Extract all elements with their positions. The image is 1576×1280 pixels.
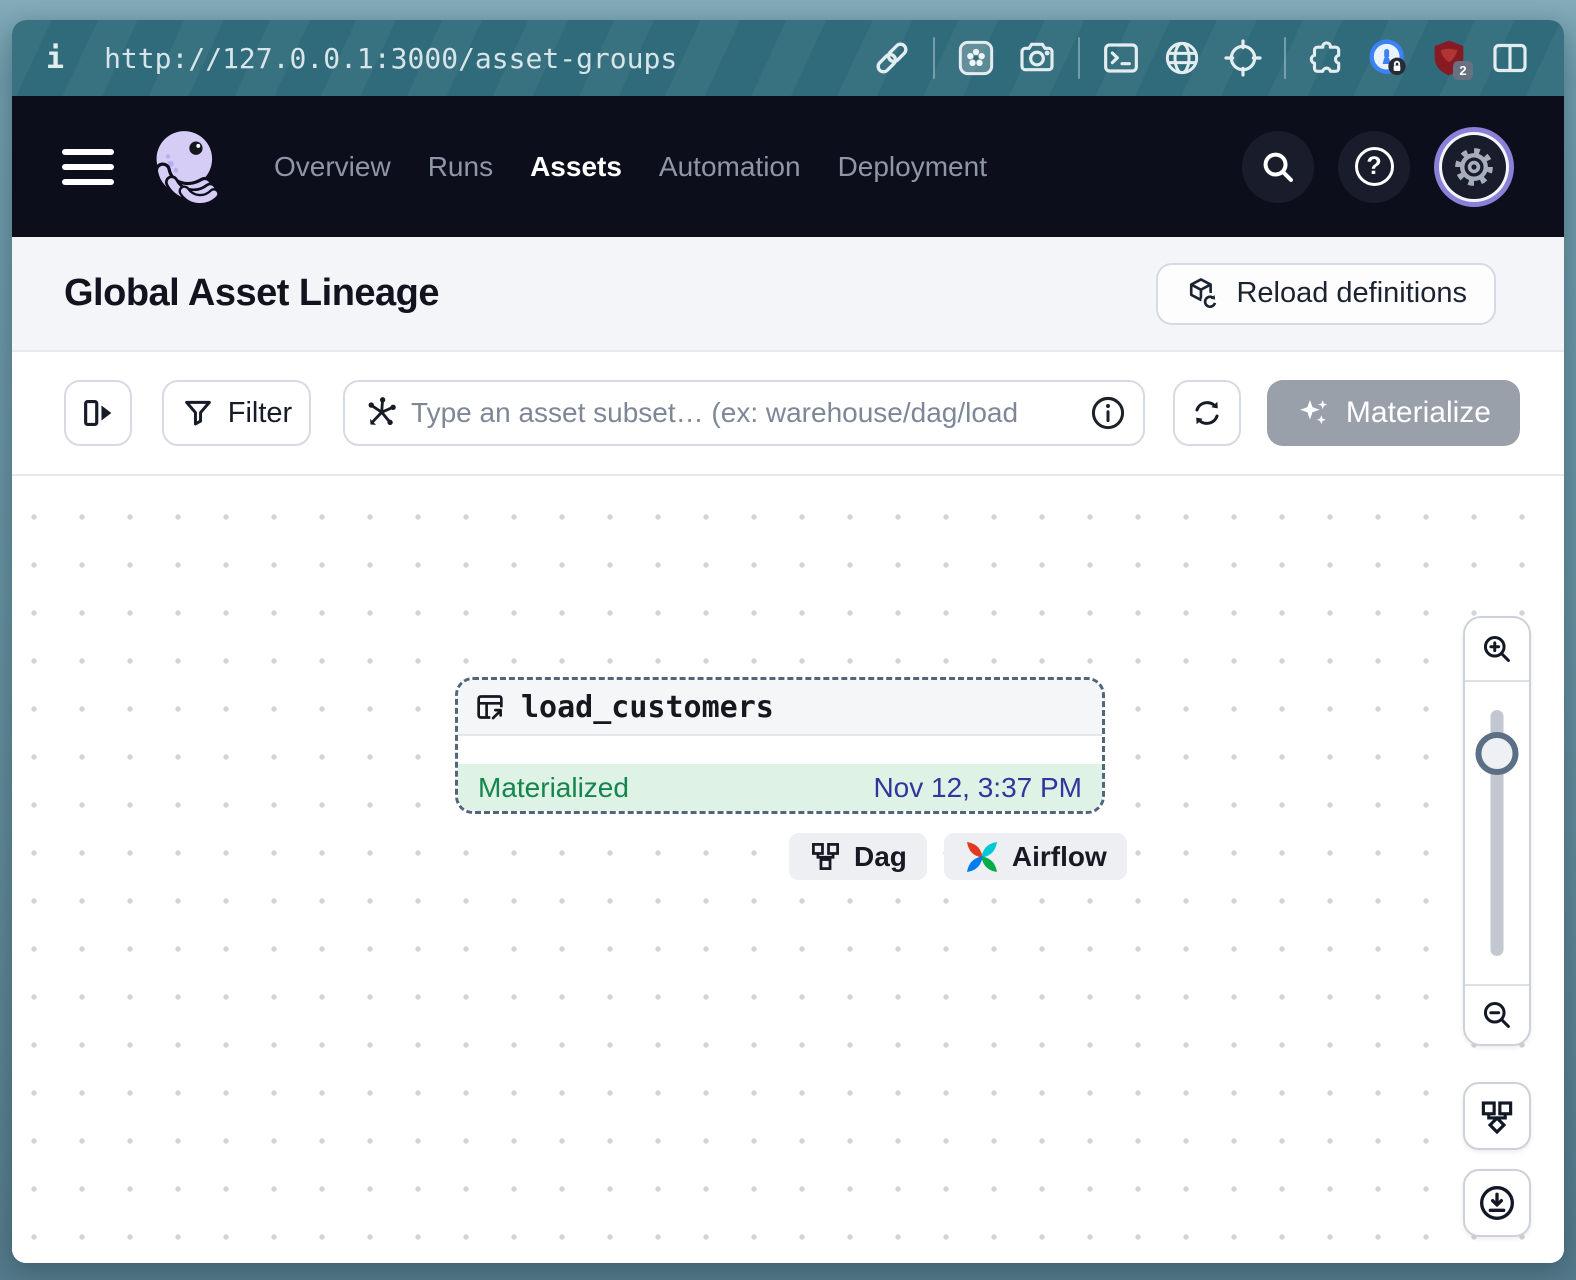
nav-item-deployment[interactable]: Deployment bbox=[838, 151, 987, 183]
globe-icon[interactable] bbox=[1162, 38, 1202, 78]
browser-toolbar-icons: 2 bbox=[872, 37, 1530, 79]
asset-tags: Dag Airflow bbox=[789, 833, 1127, 880]
search-button[interactable] bbox=[1242, 131, 1314, 203]
app-nav-bar: Overview Runs Assets Automation Deployme… bbox=[12, 96, 1564, 237]
page-info-icon[interactable]: i bbox=[46, 41, 64, 76]
ublock-badge-count: 2 bbox=[1453, 61, 1473, 80]
relayout-graph-icon bbox=[1478, 1097, 1516, 1135]
sparkles-icon bbox=[1296, 395, 1332, 431]
lineage-toolbar: Filter bbox=[12, 352, 1564, 476]
asset-node-load-customers[interactable]: load_customers Materialized Nov 12, 3:37… bbox=[455, 677, 1105, 814]
puzzle-extensions-icon[interactable] bbox=[1307, 38, 1347, 78]
help-button[interactable]: ? bbox=[1338, 131, 1410, 203]
download-icon bbox=[1477, 1183, 1517, 1223]
expand-panel-button[interactable] bbox=[64, 380, 132, 446]
browser-frame: i http://127.0.0.1:3000/asset-groups bbox=[0, 0, 1576, 1280]
nav-actions: ? bbox=[1242, 127, 1514, 207]
page-title: Global Asset Lineage bbox=[64, 272, 439, 315]
reload-definitions-icon bbox=[1185, 276, 1221, 312]
asset-materialized-timestamp[interactable]: Nov 12, 3:37 PM bbox=[873, 772, 1082, 804]
refresh-icon bbox=[1189, 395, 1225, 431]
split-view-icon[interactable] bbox=[1490, 38, 1530, 78]
tag-dag-label: Dag bbox=[854, 841, 907, 873]
dagster-logo[interactable] bbox=[144, 124, 230, 210]
nav-item-runs[interactable]: Runs bbox=[428, 151, 493, 183]
expand-panel-icon bbox=[79, 394, 117, 432]
crosshair-icon[interactable] bbox=[1223, 38, 1263, 78]
filter-icon bbox=[181, 396, 215, 430]
asset-subset-input[interactable] bbox=[411, 397, 1079, 429]
address-url[interactable]: http://127.0.0.1:3000/asset-groups bbox=[104, 42, 677, 75]
download-image-button[interactable] bbox=[1463, 1169, 1531, 1237]
settings-button[interactable] bbox=[1434, 127, 1514, 207]
camera-icon[interactable] bbox=[1017, 38, 1057, 78]
gear-icon bbox=[1452, 145, 1496, 189]
nav-item-automation[interactable]: Automation bbox=[659, 151, 801, 183]
toolbar-divider bbox=[1078, 37, 1080, 79]
zoom-out-icon bbox=[1479, 997, 1515, 1033]
materialize-label: Materialize bbox=[1346, 396, 1491, 430]
tag-dag[interactable]: Dag bbox=[789, 833, 927, 880]
tag-airflow-label: Airflow bbox=[1012, 841, 1107, 873]
browser-window: i http://127.0.0.1:3000/asset-groups bbox=[12, 20, 1564, 1263]
hamburger-menu-icon[interactable] bbox=[62, 149, 114, 185]
filter-button[interactable]: Filter bbox=[162, 380, 311, 446]
asset-subset-search bbox=[343, 380, 1145, 446]
primary-nav: Overview Runs Assets Automation Deployme… bbox=[274, 151, 987, 183]
lineage-canvas[interactable]: load_customers Materialized Nov 12, 3:37… bbox=[12, 476, 1564, 1263]
asset-node-body bbox=[458, 736, 1102, 764]
materialize-button[interactable]: Materialize bbox=[1267, 380, 1520, 446]
filter-label: Filter bbox=[228, 397, 292, 430]
zoom-in-button[interactable] bbox=[1465, 618, 1529, 682]
photos-icon[interactable] bbox=[956, 38, 996, 78]
terminal-icon[interactable] bbox=[1101, 38, 1141, 78]
asset-status-badge: Materialized bbox=[478, 772, 629, 804]
refresh-button[interactable] bbox=[1173, 380, 1241, 446]
reload-definitions-button[interactable]: Reload definitions bbox=[1156, 263, 1496, 325]
toolbar-divider bbox=[933, 37, 935, 79]
search-icon bbox=[1257, 146, 1299, 188]
tag-airflow[interactable]: Airflow bbox=[944, 833, 1127, 880]
zoom-slider bbox=[1465, 682, 1529, 984]
zoom-slider-thumb[interactable] bbox=[1476, 732, 1519, 775]
table-asset-icon bbox=[473, 690, 507, 724]
nav-item-overview[interactable]: Overview bbox=[274, 151, 391, 183]
page-header: Global Asset Lineage Reload definitions bbox=[12, 237, 1564, 352]
help-icon: ? bbox=[1355, 147, 1394, 186]
asset-name: load_customers bbox=[521, 690, 774, 725]
asset-graph-icon bbox=[363, 394, 401, 432]
asset-node-header: load_customers bbox=[458, 680, 1102, 736]
relayout-graph-button[interactable] bbox=[1463, 1082, 1531, 1150]
zoom-out-button[interactable] bbox=[1465, 984, 1529, 1044]
link-icon[interactable] bbox=[872, 38, 912, 78]
dag-icon bbox=[809, 840, 842, 873]
reload-definitions-label: Reload definitions bbox=[1236, 277, 1467, 310]
airflow-icon bbox=[964, 839, 1000, 875]
onepassword-icon[interactable] bbox=[1368, 38, 1408, 78]
zoom-in-icon bbox=[1479, 631, 1515, 667]
ublock-icon[interactable]: 2 bbox=[1429, 38, 1469, 78]
asset-status-row: Materialized Nov 12, 3:37 PM bbox=[458, 764, 1102, 811]
nav-item-assets[interactable]: Assets bbox=[530, 151, 622, 183]
toolbar-divider bbox=[1284, 37, 1286, 79]
info-icon[interactable] bbox=[1089, 394, 1127, 432]
zoom-control-panel bbox=[1463, 616, 1531, 1046]
browser-url-bar: i http://127.0.0.1:3000/asset-groups bbox=[12, 20, 1564, 96]
